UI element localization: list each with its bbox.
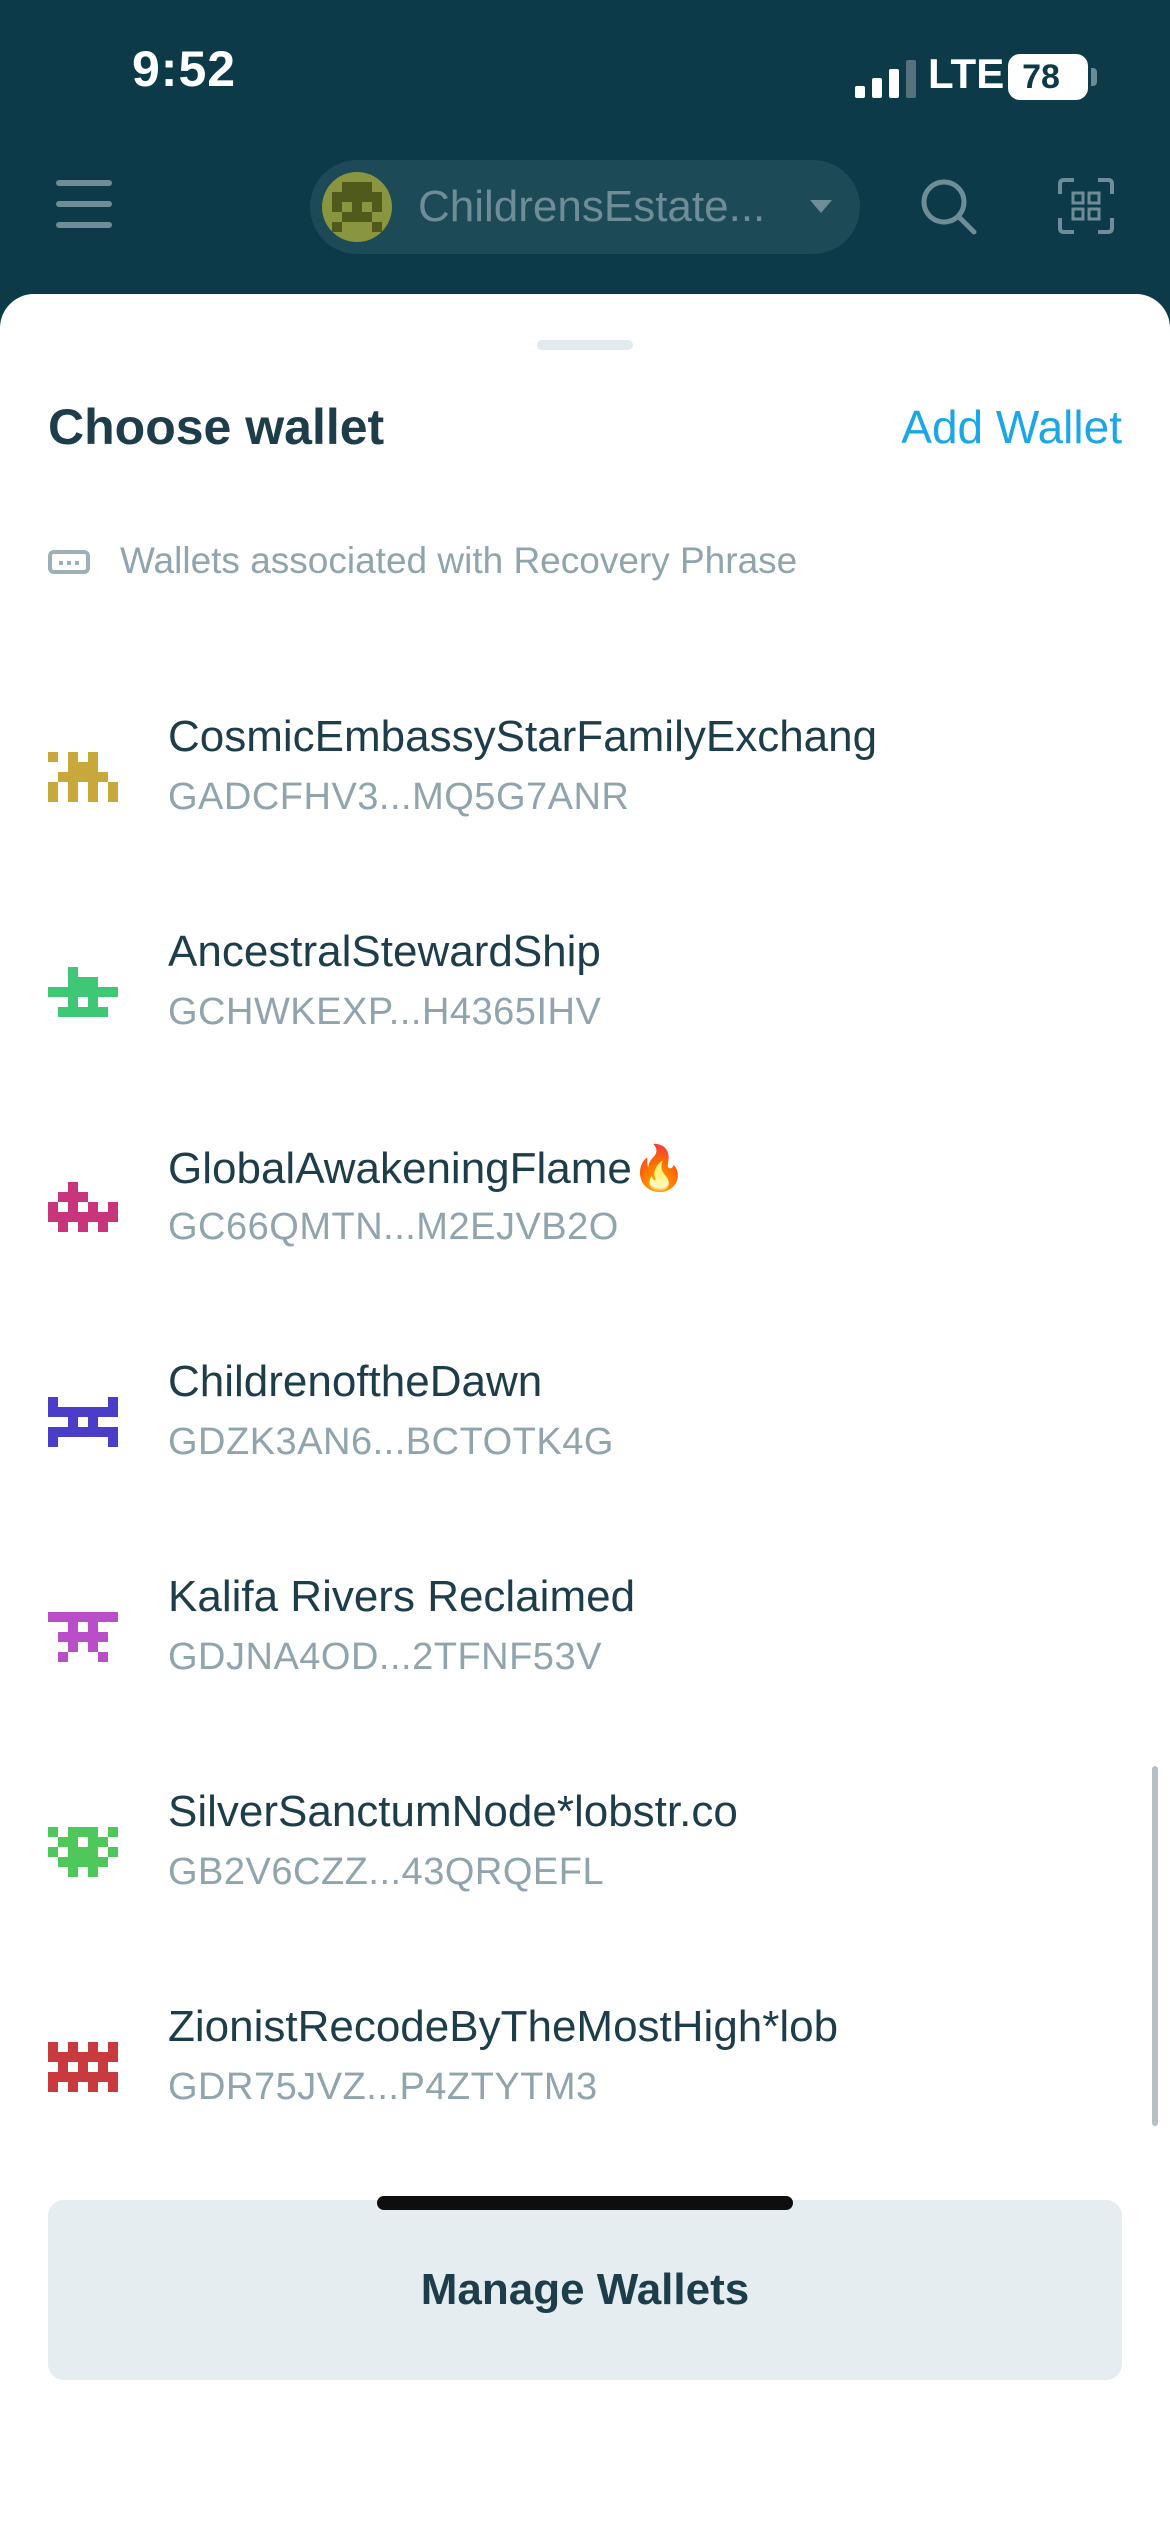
- keyboard-icon: [48, 550, 90, 574]
- pixel-invader-icon: [48, 752, 118, 802]
- wallet-address: GB2V6CZZ...43QRQEFL: [168, 1851, 605, 1893]
- wallet-list-item[interactable]: CosmicEmbassyStarFamilyExchang GADCFHV3..…: [0, 664, 1170, 879]
- wallet-avatar: [48, 742, 118, 812]
- section-label: Wallets associated with Recovery Phrase: [120, 540, 798, 581]
- wallet-avatar: [48, 2032, 118, 2102]
- pixel-invader-icon: [48, 1397, 118, 1447]
- pixel-invader-icon: [48, 1612, 118, 1662]
- wallet-address: GADCFHV3...MQ5G7ANR: [168, 776, 630, 818]
- wallet-address: GDJNA4OD...2TFNF53V: [168, 1636, 602, 1678]
- wallet-avatar: [48, 1387, 118, 1457]
- battery-nub: [1091, 68, 1097, 86]
- status-time: 9:52: [132, 41, 237, 97]
- wallet-address: GDZK3AN6...BCTOTK4G: [168, 1421, 614, 1463]
- search-icon[interactable]: [918, 176, 978, 236]
- status-bar: 9:52 LTE 78: [0, 0, 1170, 150]
- wallet-address: GC66QMTN...M2EJVB2O: [168, 1206, 619, 1248]
- pixel-invader-icon: [48, 967, 118, 1017]
- wallet-list-item[interactable]: AncestralStewardShip GCHWKEXP...H4365IHV: [0, 879, 1170, 1094]
- wallet-avatar: [48, 957, 118, 1027]
- wallet-name: CosmicEmbassyStarFamilyExchang: [168, 712, 878, 761]
- account-switcher[interactable]: ChildrensEstate...: [310, 160, 860, 254]
- wallet-name: ChildrenoftheDawn: [168, 1357, 543, 1406]
- sheet-grabber[interactable]: [537, 340, 633, 350]
- scrollbar[interactable]: [1152, 1766, 1158, 2126]
- wallet-list-item[interactable]: SilverSanctumNode*lobstr.co GB2V6CZZ...43…: [0, 1739, 1170, 1954]
- wallet-name: GlobalAwakeningFlame🔥: [168, 1144, 687, 1193]
- qr-scan-icon[interactable]: [1058, 178, 1114, 234]
- wallet-list-item[interactable]: ChildrenoftheDawn GDZK3AN6...BCTOTK4G: [0, 1309, 1170, 1524]
- chevron-down-icon: [810, 200, 832, 213]
- wallet-address: GCHWKEXP...H4365IHV: [168, 991, 602, 1033]
- manage-wallets-button[interactable]: Manage Wallets: [48, 2200, 1122, 2380]
- network-type: LTE: [928, 50, 1005, 97]
- wallet-name: Kalifa Rivers Reclaimed: [168, 1572, 636, 1621]
- account-name: ChildrensEstate...: [418, 182, 766, 231]
- wallet-list-item[interactable]: ZionistRecodeByTheMostHigh*lob GDR75JVZ..…: [0, 1954, 1170, 2169]
- account-avatar: [322, 172, 392, 242]
- wallet-list-item[interactable]: GlobalAwakeningFlame🔥 GC66QMTN...M2EJVB2O: [0, 1094, 1170, 1309]
- add-wallet-button[interactable]: Add Wallet: [901, 400, 1122, 454]
- pixel-invader-icon: [48, 1827, 118, 1877]
- wallet-avatar: [48, 1817, 118, 1887]
- hamburger-menu-icon[interactable]: [56, 180, 112, 228]
- pixel-invader-icon: [332, 182, 382, 232]
- sheet-title: Choose wallet: [48, 399, 385, 455]
- wallet-list-item[interactable]: Kalifa Rivers Reclaimed GDJNA4OD...2TFNF5…: [0, 1524, 1170, 1739]
- pixel-invader-icon: [48, 1182, 118, 1232]
- wallet-address: GDR75JVZ...P4ZTYTM3: [168, 2066, 598, 2108]
- battery-icon: 78: [1008, 54, 1088, 100]
- wallet-name: ZionistRecodeByTheMostHigh*lob: [168, 2002, 839, 2051]
- wallet-name: SilverSanctumNode*lobstr.co: [168, 1787, 738, 1836]
- home-indicator: [377, 2196, 793, 2210]
- wallet-name: AncestralStewardShip: [168, 927, 601, 976]
- cellular-signal-icon: [855, 60, 916, 98]
- wallet-avatar: [48, 1602, 118, 1672]
- wallet-avatar: [48, 1172, 118, 1242]
- battery-level: 78: [1022, 58, 1060, 96]
- pixel-invader-icon: [48, 2042, 118, 2092]
